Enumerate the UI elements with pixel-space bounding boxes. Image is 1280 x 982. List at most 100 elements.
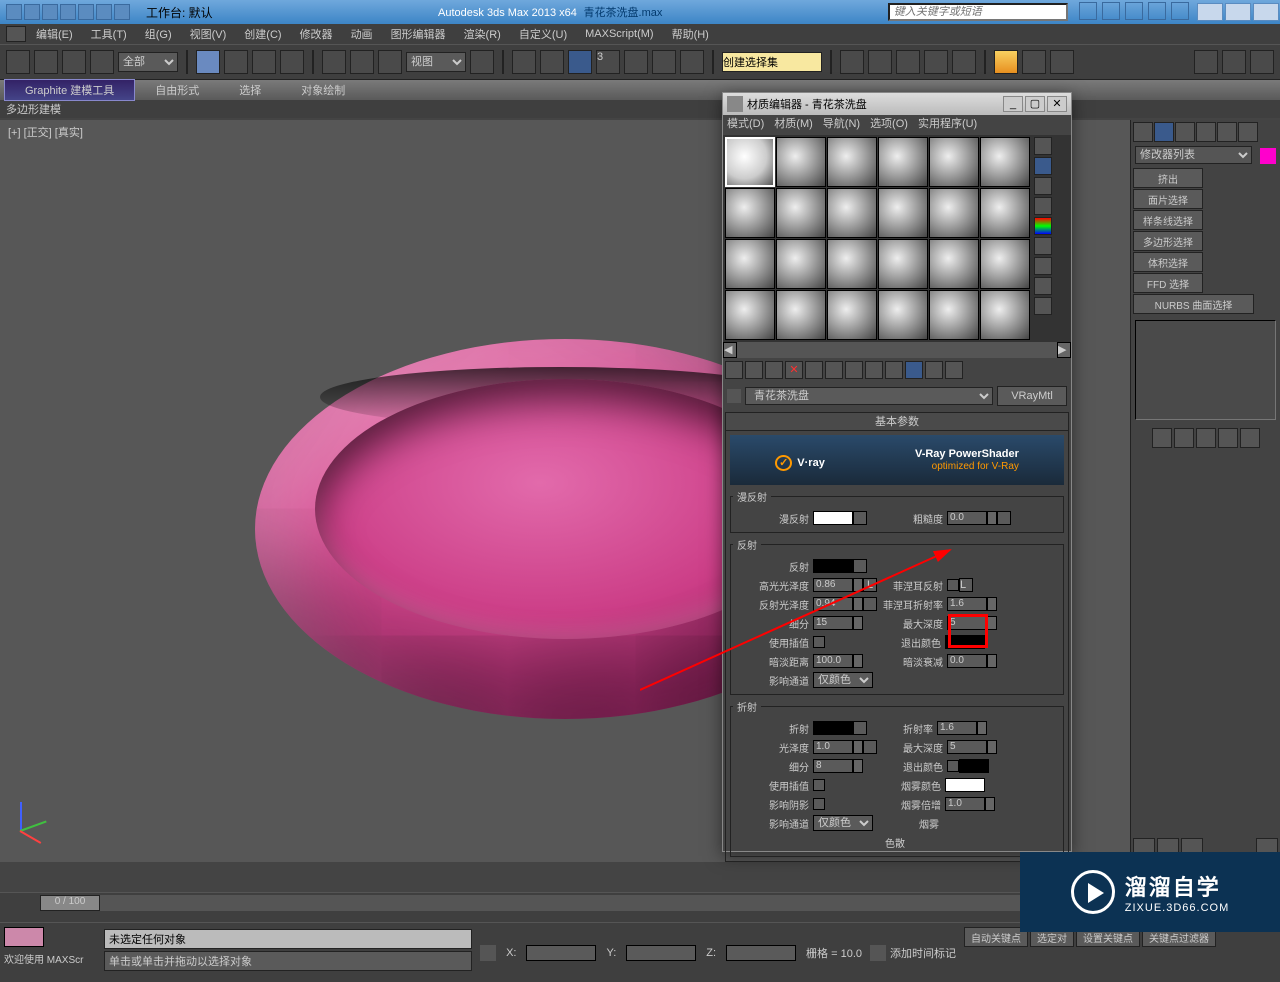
subdiv-spinner[interactable]: 15 bbox=[813, 616, 853, 630]
mod-spline-select[interactable]: 样条线选择 bbox=[1133, 210, 1203, 230]
refl-gloss-updown[interactable] bbox=[853, 597, 863, 611]
spinner-snap-button[interactable] bbox=[652, 50, 676, 74]
snaps-toggle-button[interactable] bbox=[568, 50, 592, 74]
redo-button[interactable] bbox=[34, 50, 58, 74]
mod-poly-select[interactable]: 多边形选择 bbox=[1133, 231, 1203, 251]
curve-editor-button[interactable] bbox=[924, 50, 948, 74]
select-by-material-icon[interactable] bbox=[1034, 277, 1052, 295]
help-icon[interactable] bbox=[1171, 2, 1189, 20]
fogmult-updown[interactable] bbox=[985, 797, 995, 811]
refr-subdiv-spinner[interactable]: 8 bbox=[813, 759, 853, 773]
keyboard-shortcut-button[interactable] bbox=[540, 50, 564, 74]
medit-titlebar[interactable]: 材质编辑器 - 青花茶洗盘 _ ▢ ✕ bbox=[723, 93, 1071, 115]
reflect-map-button[interactable] bbox=[853, 559, 867, 573]
z-input[interactable] bbox=[726, 945, 796, 961]
go-forward-icon[interactable] bbox=[945, 361, 963, 379]
scale-button[interactable] bbox=[378, 50, 402, 74]
edit-named-sets-button[interactable] bbox=[680, 50, 704, 74]
mod-ffd-select[interactable]: FFD 选择 bbox=[1133, 273, 1203, 293]
menu-edit[interactable]: 编辑(E) bbox=[28, 26, 81, 42]
put-to-scene-icon[interactable] bbox=[745, 361, 763, 379]
material-name-field[interactable]: 青花茶洗盘 bbox=[745, 387, 993, 405]
scroll-right[interactable]: ▶ bbox=[1057, 342, 1071, 358]
medit-menu-nav[interactable]: 导航(N) bbox=[823, 115, 860, 135]
angle-snap-button[interactable]: 3 bbox=[596, 50, 620, 74]
material-slot[interactable] bbox=[929, 290, 979, 340]
hilight-spinner[interactable]: 0.86 bbox=[813, 578, 853, 592]
maximize-button[interactable] bbox=[1225, 3, 1251, 21]
material-slot[interactable] bbox=[929, 239, 979, 289]
refr-interp-checkbox[interactable] bbox=[813, 779, 825, 791]
show-map-icon[interactable] bbox=[885, 361, 903, 379]
useinterp-checkbox[interactable] bbox=[813, 636, 825, 648]
dimfall-spinner[interactable]: 0.0 bbox=[947, 654, 987, 668]
mod-nurbs-select[interactable]: NURBS 曲面选择 bbox=[1133, 294, 1254, 314]
menu-create[interactable]: 创建(C) bbox=[236, 26, 289, 42]
utilities-tab-icon[interactable] bbox=[1238, 122, 1258, 142]
move-button[interactable] bbox=[322, 50, 346, 74]
dimfall-updown[interactable] bbox=[987, 654, 997, 668]
material-slot[interactable] bbox=[827, 239, 877, 289]
material-slot[interactable] bbox=[725, 239, 775, 289]
save-icon[interactable] bbox=[60, 4, 76, 20]
material-slot-1[interactable] bbox=[725, 137, 775, 187]
sample-type-icon[interactable] bbox=[1034, 137, 1052, 155]
select-manipulate-button[interactable] bbox=[512, 50, 536, 74]
options-icon[interactable] bbox=[1034, 257, 1052, 275]
put-library-icon[interactable] bbox=[845, 361, 863, 379]
menu-group[interactable]: 组(G) bbox=[137, 26, 180, 42]
diffuse-map-button[interactable] bbox=[853, 511, 867, 525]
material-slot[interactable] bbox=[929, 188, 979, 238]
material-slot[interactable] bbox=[776, 188, 826, 238]
refl-gloss-map[interactable] bbox=[863, 597, 877, 611]
make-unique-icon[interactable] bbox=[825, 361, 843, 379]
time-slider-thumb[interactable]: 0 / 100 bbox=[40, 895, 100, 911]
material-slot[interactable] bbox=[827, 137, 877, 187]
object-color-swatch[interactable] bbox=[1260, 148, 1276, 164]
material-slot[interactable] bbox=[725, 188, 775, 238]
percent-snap-button[interactable] bbox=[624, 50, 648, 74]
subdiv-updown[interactable] bbox=[853, 616, 863, 630]
material-slot[interactable] bbox=[776, 290, 826, 340]
menu-view[interactable]: 视图(V) bbox=[182, 26, 235, 42]
fresnel-checkbox[interactable] bbox=[947, 579, 959, 591]
favorite-icon[interactable] bbox=[1148, 2, 1166, 20]
gloss-updown[interactable] bbox=[853, 740, 863, 754]
fresnel-ior-updown[interactable] bbox=[987, 597, 997, 611]
gloss-spinner[interactable]: 1.0 bbox=[813, 740, 853, 754]
teapot1-button[interactable] bbox=[1194, 50, 1218, 74]
modifier-list-dropdown[interactable]: 修改器列表 bbox=[1135, 146, 1252, 164]
mod-vol-select[interactable]: 体积选择 bbox=[1133, 252, 1203, 272]
material-slot[interactable] bbox=[980, 239, 1030, 289]
undo-icon[interactable] bbox=[78, 4, 94, 20]
select-region-button[interactable] bbox=[252, 50, 276, 74]
unlink-button[interactable] bbox=[90, 50, 114, 74]
medit-menu-options[interactable]: 选项(O) bbox=[870, 115, 908, 135]
maxdepth-updown[interactable] bbox=[987, 616, 997, 630]
ior-updown[interactable] bbox=[977, 721, 987, 735]
ribbon-tab-selection[interactable]: 选择 bbox=[219, 80, 281, 100]
time-tag-icon[interactable] bbox=[870, 945, 886, 961]
undo-button[interactable] bbox=[6, 50, 30, 74]
sample-uv-icon[interactable] bbox=[1034, 197, 1052, 215]
link-button[interactable] bbox=[62, 50, 86, 74]
teapot2-button[interactable] bbox=[1222, 50, 1246, 74]
minimize-button[interactable] bbox=[1197, 3, 1223, 21]
new-icon[interactable] bbox=[24, 4, 40, 20]
fresnel-ior-spinner[interactable]: 1.6 bbox=[947, 597, 987, 611]
menu-modifiers[interactable]: 修改器 bbox=[292, 26, 341, 42]
medit-menu-material[interactable]: 材质(M) bbox=[774, 115, 813, 135]
pivot-button[interactable] bbox=[470, 50, 494, 74]
y-input[interactable] bbox=[626, 945, 696, 961]
reflect-color-swatch[interactable] bbox=[813, 559, 853, 573]
material-slot[interactable] bbox=[980, 188, 1030, 238]
fresnel-lock[interactable]: L bbox=[959, 578, 973, 592]
affect-channel-select[interactable]: 仅颜色 bbox=[813, 672, 873, 688]
refr-exitcolor-check[interactable] bbox=[947, 760, 959, 772]
backlight-icon[interactable] bbox=[1034, 157, 1052, 175]
ribbon-tab-graphite[interactable]: Graphite 建模工具 bbox=[4, 79, 135, 101]
layers-button[interactable] bbox=[896, 50, 920, 74]
mod-patch-select[interactable]: 面片选择 bbox=[1133, 189, 1203, 209]
medit-maximize[interactable]: ▢ bbox=[1025, 96, 1045, 112]
remove-modifier-icon[interactable] bbox=[1218, 428, 1238, 448]
